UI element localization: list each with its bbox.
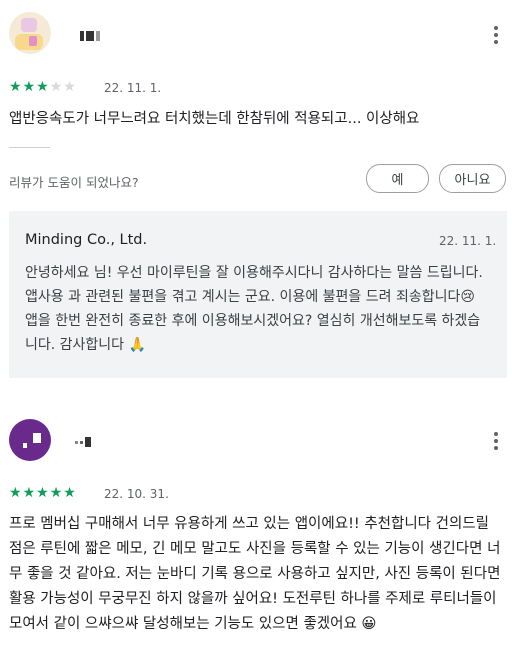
helpful-prompt: 리뷰가 도움이 되었나요? [9,175,139,190]
star-icon: ★ [22,485,36,501]
star-icon: ★ [9,485,22,501]
star-icon: ★ [63,79,76,95]
star-icon: ★ [49,485,63,501]
star-rating: ★ ★ ★ ★ ★ [9,486,76,500]
star-rating: ★ ★ ★ ★ ★ [9,80,76,94]
divider [9,147,50,148]
star-icon: ★ [63,485,76,501]
review-date: 22. 10. 31. [104,487,169,501]
helpful-yes-button[interactable]: 예 [366,164,429,193]
star-icon: ★ [22,79,36,95]
star-icon: ★ [9,79,22,95]
star-icon: ★ [36,79,49,95]
reviewer-avatar [9,419,51,461]
reviewer-name-redacted [80,26,102,45]
developer-reply: Minding Co., Ltd. 22. 11. 1. 안녕하세요 님! 우선… [9,211,507,378]
reply-date: 22. 11. 1. [439,234,497,248]
review-text: 프로 멤버십 구매해서 너무 유용하게 쓰고 있는 앱이에요!! 추천합니다 건… [9,516,501,632]
reviewer-name-redacted [75,432,93,451]
review-date: 22. 11. 1. [104,81,162,95]
star-icon: ★ [49,79,63,95]
helpful-no-button[interactable]: 아니요 [439,164,506,193]
star-icon: ★ [36,485,49,501]
more-vert-icon[interactable] [484,429,508,453]
reply-text: 안녕하세요 님! 우선 마이루틴을 잘 이용해주시다니 감사하다는 말씀 드립니… [25,265,483,353]
developer-name: Minding Co., Ltd. [25,232,148,248]
review-text: 앱반응속도가 너무느려요 터치했는데 한참뒤에 적용되고... 이상해요 [9,111,420,127]
reviewer-avatar [9,12,51,54]
more-vert-icon[interactable] [484,23,508,47]
